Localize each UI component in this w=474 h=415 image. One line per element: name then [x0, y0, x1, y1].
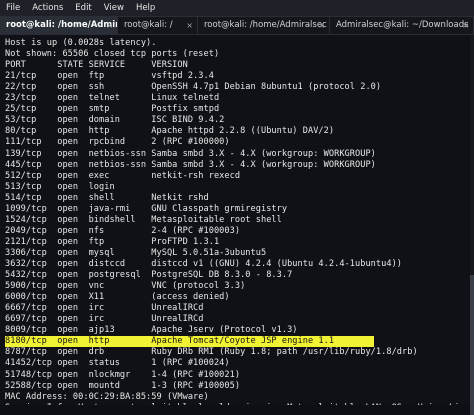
terminal-line: 8009/tcp open ajp13 Apache Jserv (Protoc…: [5, 325, 298, 336]
tab-root-admiralsec-2[interactable]: root@kali: /home/Admiralsec ×: [198, 17, 330, 34]
menu-file[interactable]: File: [0, 0, 26, 16]
terminal-line: Not shown: 65506 closed tcp ports (reset…: [5, 49, 220, 60]
terminal-line: 21/tcp open ftp vsftpd 2.3.4: [5, 71, 214, 82]
terminal-line: 23/tcp open telnet Linux telnetd: [5, 93, 220, 104]
terminal-line: 8180/tcp open http Apache Tomcat/Coyote …: [5, 336, 375, 348]
tab-label: Admiralsec@kali: ~/Downloads: [336, 20, 469, 30]
menu-edit[interactable]: Edit: [69, 0, 97, 16]
terminal-line: 2121/tcp open ftp ProFTPD 1.3.1: [5, 236, 220, 247]
terminal-line: 139/tcp open netbios-ssn Samba smbd 3.X …: [5, 148, 376, 159]
terminal-line: 514/tcp open shell Netkit rshd: [5, 192, 209, 203]
terminal-line: 512/tcp open exec netkit-rsh rexecd: [5, 170, 241, 181]
tab-root-admiralsec[interactable]: root@kali: /home/Admiralsec ×: [0, 17, 118, 34]
terminal-line: 53/tcp open domain ISC BIND 9.4.2: [5, 115, 225, 126]
terminal-line: 111/tcp open rpcbind 2 (RPC #100000): [5, 137, 230, 148]
terminal-line: 2049/tcp open nfs 2-4 (RPC #100003): [5, 225, 241, 236]
menu-bar: File Actions Edit View Help: [0, 0, 474, 17]
terminal-output[interactable]: Host is up (0.0028s latency). Not shown: …: [0, 35, 474, 405]
terminal-line: 22/tcp open ssh OpenSSH 4.7p1 Debian 8ub…: [5, 82, 382, 93]
terminal-line: 513/tcp open login: [5, 181, 115, 192]
scrollbar[interactable]: [470, 35, 474, 415]
terminal-line: 51748/tcp open nlockmgr 1-4 (RPC #100021…: [5, 369, 241, 380]
terminal-line: 5432/tcp open postgresql PostgreSQL DB 8…: [5, 270, 293, 281]
terminal-line: 41452/tcp open status 1 (RPC #100024): [5, 358, 230, 369]
terminal-line: 80/tcp open http Apache httpd 2.2.8 ((Ub…: [5, 126, 335, 137]
terminal-line: 445/tcp open netbios-ssn Samba smbd 3.X …: [5, 159, 376, 170]
terminal-line: Host is up (0.0028s latency).: [5, 38, 157, 48]
terminal-line: 3632/tcp open distccd distccd v1 ((GNU) …: [5, 259, 403, 269]
tab-bar: root@kali: /home/Admiralsec × root@kali:…: [0, 17, 474, 35]
tab-admiralsec-downloads[interactable]: Admiralsec@kali: ~/Downloads ×: [330, 17, 474, 34]
tab-label: root@kali: /home/Admiralsec: [6, 20, 117, 30]
close-icon[interactable]: ×: [186, 17, 193, 34]
menu-help[interactable]: Help: [130, 0, 161, 16]
terminal-line: 3306/tcp open mysql MySQL 5.0.51a-3ubunt…: [5, 247, 267, 258]
tab-label: root@kali: /home/Admiralsec: [204, 20, 327, 30]
close-icon[interactable]: ×: [318, 17, 325, 34]
terminal-line: 1099/tcp open java-rmi GNU Classpath grm…: [5, 203, 288, 214]
tab-label: root@kali: /: [124, 20, 173, 30]
menu-view[interactable]: View: [98, 0, 130, 16]
terminal-line: 6000/tcp open X11 (access denied): [5, 292, 230, 303]
tab-root-slash[interactable]: root@kali: / ×: [118, 17, 198, 34]
close-icon[interactable]: ×: [462, 17, 469, 34]
terminal-line: 1524/tcp open bindshell Metasploitable r…: [5, 214, 282, 225]
terminal-line: PORT STATE SERVICE VERSION: [5, 60, 188, 71]
terminal-line: 25/tcp open smtp Postfix smtpd: [5, 104, 220, 115]
terminal-line: 8787/tcp open drb Ruby DRb RMI (Ruby 1.8…: [5, 347, 418, 358]
terminal-line: 6667/tcp open irc UnrealIRCd: [5, 303, 204, 314]
menu-actions[interactable]: Actions: [26, 0, 69, 16]
close-icon[interactable]: ×: [106, 17, 113, 34]
terminal-line: 52588/tcp open mountd 1-3 (RPC #100005): [5, 380, 241, 391]
terminal-line: 5900/tcp open vnc VNC (protocol 3.3): [5, 281, 246, 292]
scroll-thumb[interactable]: [470, 275, 474, 415]
terminal-line: MAC Address: 00:0C:29:BA:85:59 (VMware): [5, 391, 209, 402]
terminal-line: 6697/tcp open irc UnrealIRCd: [5, 314, 204, 325]
